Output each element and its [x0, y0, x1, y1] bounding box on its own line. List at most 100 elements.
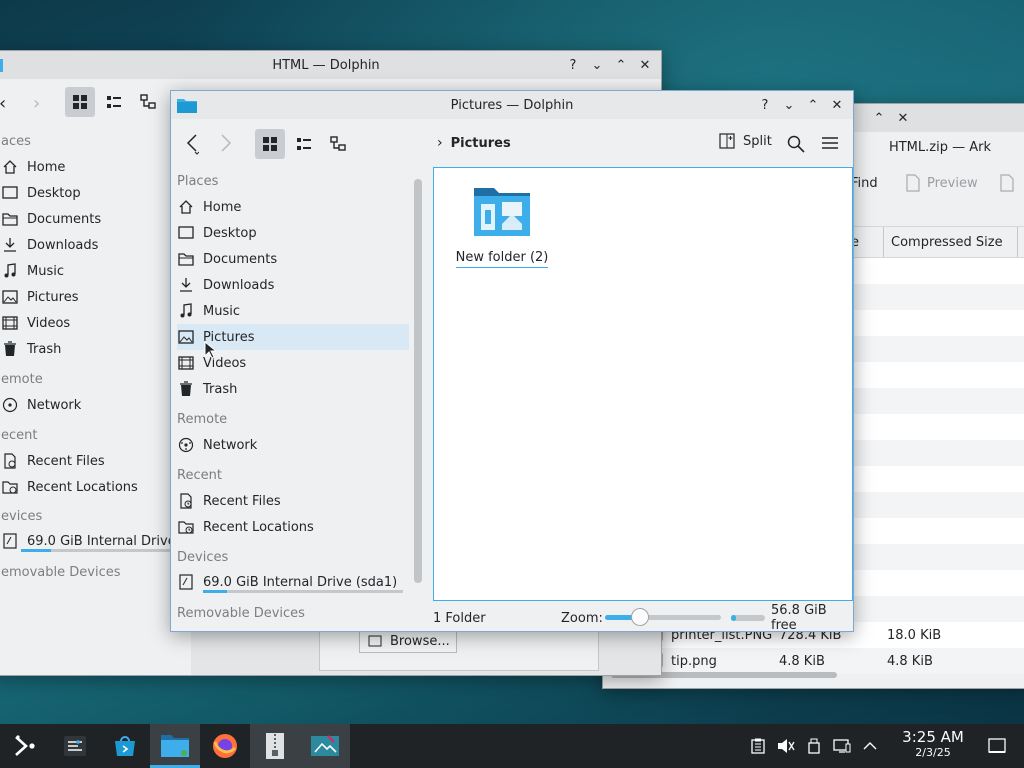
- sidebar-item-label: Documents: [27, 211, 102, 227]
- close-icon[interactable]: ✕: [827, 95, 847, 115]
- breadcrumb[interactable]: › Pictures: [437, 135, 511, 151]
- sidebar-item-downloads[interactable]: Downloads: [1, 232, 98, 258]
- sidebar-item-desktop[interactable]: Desktop: [1, 180, 81, 206]
- sidebar-item-label: Network: [27, 397, 82, 413]
- ark-close-icon[interactable]: ✕: [893, 108, 913, 128]
- grid-view-icon: [263, 137, 277, 151]
- places-sidebar: Places Home Desktop Documents Downloads Musi…: [171, 167, 433, 631]
- sidebar-item-music[interactable]: Music: [1, 258, 64, 284]
- ark-more-icon[interactable]: [999, 174, 1015, 196]
- maximize-icon[interactable]: ⌃: [803, 95, 823, 115]
- maximize-icon[interactable]: ⌃: [611, 55, 631, 75]
- hamburger-menu-icon[interactable]: [821, 135, 839, 155]
- zoom-slider[interactable]: [605, 608, 721, 626]
- close-icon[interactable]: ✕: [635, 55, 655, 75]
- dolphin-taskbar-icon[interactable]: [150, 724, 200, 768]
- firefox-icon[interactable]: [200, 724, 250, 768]
- pictures-dolphin-titlebar[interactable]: Pictures — Dolphin ? ⌄ ⌃ ✕: [171, 91, 853, 119]
- sidebar-item-desktop[interactable]: Desktop: [177, 220, 409, 246]
- help-icon[interactable]: ?: [755, 95, 775, 115]
- mouse-cursor-icon: [204, 341, 216, 359]
- file-item-label: New folder (2): [455, 250, 549, 268]
- sidebar-item-recent-files[interactable]: Recent Files: [177, 488, 409, 514]
- videos-icon: [1, 314, 19, 332]
- spectacle-screenshot-icon[interactable]: [300, 724, 350, 768]
- sidebar-item-home[interactable]: Home: [177, 194, 409, 220]
- table-row[interactable]: tip.png 4.8 KiB 4.8 KiB: [603, 648, 1024, 674]
- html-dolphin-toolbar: ‹ ›: [0, 85, 191, 121]
- remote-heading: emote: [1, 372, 43, 387]
- icons-view-button[interactable]: [255, 129, 285, 159]
- ark-preview-button[interactable]: Preview: [905, 174, 978, 192]
- system-settings-icon[interactable]: [50, 724, 100, 768]
- network-icon: [1, 396, 19, 414]
- music-icon: [1, 262, 19, 280]
- compressed-size: 18.0 KiB: [887, 627, 942, 643]
- minimize-icon[interactable]: ⌄: [587, 55, 607, 75]
- sidebar-item-videos[interactable]: Videos: [1, 310, 70, 336]
- documents-folder-icon: [177, 250, 195, 268]
- compact-view-icon: [297, 138, 311, 150]
- sidebar-item-label: Trash: [27, 341, 62, 357]
- sidebar-item-trash[interactable]: Trash: [177, 376, 409, 402]
- sidebar-item-label: Home: [203, 199, 242, 215]
- sidebar-item-label: 69.0 GiB Internal Drive (sda1): [203, 574, 398, 590]
- icons-view-button[interactable]: [65, 87, 95, 117]
- back-arrow-icon[interactable]: ‹: [0, 93, 6, 114]
- file-view[interactable]: New folder (2): [433, 167, 853, 601]
- sidebar-item-label: Desktop: [203, 225, 257, 241]
- back-arrow-icon[interactable]: [185, 133, 200, 159]
- sidebar-item-downloads[interactable]: Downloads: [177, 272, 409, 298]
- compact-view-button[interactable]: [99, 87, 129, 117]
- zoom-slider-handle[interactable]: [630, 608, 649, 626]
- details-view-icon: [330, 136, 346, 151]
- sidebar-item-recent-files[interactable]: Recent Files: [1, 448, 105, 474]
- forward-arrow-icon[interactable]: [219, 133, 233, 159]
- sidebar-item-recent-locations[interactable]: Recent Locations: [177, 514, 409, 540]
- sidebar-item-documents[interactable]: Documents: [177, 246, 409, 272]
- ark-find-button[interactable]: Find: [851, 176, 878, 191]
- help-icon[interactable]: ?: [563, 55, 583, 75]
- show-desktop-icon[interactable]: [988, 737, 1006, 759]
- sidebar-item-documents[interactable]: Documents: [1, 206, 101, 232]
- sidebar-item-network[interactable]: Network: [177, 432, 409, 458]
- network-wired-icon[interactable]: [828, 724, 856, 768]
- minimize-icon[interactable]: ⌄: [779, 95, 799, 115]
- preview-icon: [906, 174, 920, 192]
- pictures-dolphin-title: Pictures — Dolphin: [450, 97, 574, 113]
- sidebar-item-home[interactable]: Home: [1, 154, 65, 180]
- ark-taskbar-icon[interactable]: [250, 724, 300, 768]
- digital-clock[interactable]: 3:25 AM 2/3/25: [896, 728, 970, 759]
- system-tray: [744, 724, 884, 768]
- forward-arrow-icon[interactable]: ›: [33, 93, 40, 114]
- drive-icon: [1, 532, 19, 550]
- breadcrumb-pictures[interactable]: Pictures: [451, 136, 511, 151]
- html-dolphin-titlebar[interactable]: HTML — Dolphin ? ⌄ ⌃ ✕: [0, 51, 661, 79]
- removable-device-icon[interactable]: [800, 724, 828, 768]
- volume-muted-icon[interactable]: [772, 724, 800, 768]
- sidebar-item-recent-locations[interactable]: Recent Locations: [1, 474, 138, 500]
- chevron-up-icon[interactable]: [856, 724, 884, 768]
- application-launcher-icon[interactable]: [0, 724, 50, 768]
- home-icon: [177, 198, 195, 216]
- download-icon: [177, 276, 195, 294]
- devices-heading: Devices: [177, 550, 229, 565]
- sidebar-item-trash[interactable]: Trash: [1, 336, 61, 362]
- drive-usage-fill: [203, 590, 227, 593]
- sidebar-item-network[interactable]: Network: [1, 392, 81, 418]
- discover-store-icon[interactable]: [100, 724, 150, 768]
- file-item[interactable]: New folder (2): [455, 182, 549, 268]
- compact-view-button[interactable]: [289, 129, 319, 159]
- split-button[interactable]: Split: [719, 133, 772, 149]
- ark-col-compressed[interactable]: Compressed Size: [891, 235, 1003, 250]
- details-view-button[interactable]: [323, 129, 353, 159]
- search-icon[interactable]: [787, 135, 805, 157]
- clipboard-icon[interactable]: [744, 724, 772, 768]
- browse-button[interactable]: Browse...: [359, 629, 457, 653]
- pictures-toolbar: › Pictures Split: [171, 125, 853, 165]
- details-view-button[interactable]: [133, 87, 163, 117]
- sidebar-item-music[interactable]: Music: [177, 298, 409, 324]
- sidebar-scrollbar[interactable]: [414, 179, 422, 583]
- sidebar-item-pictures[interactable]: Pictures: [1, 284, 78, 310]
- ark-maximize-icon[interactable]: ⌃: [869, 108, 889, 128]
